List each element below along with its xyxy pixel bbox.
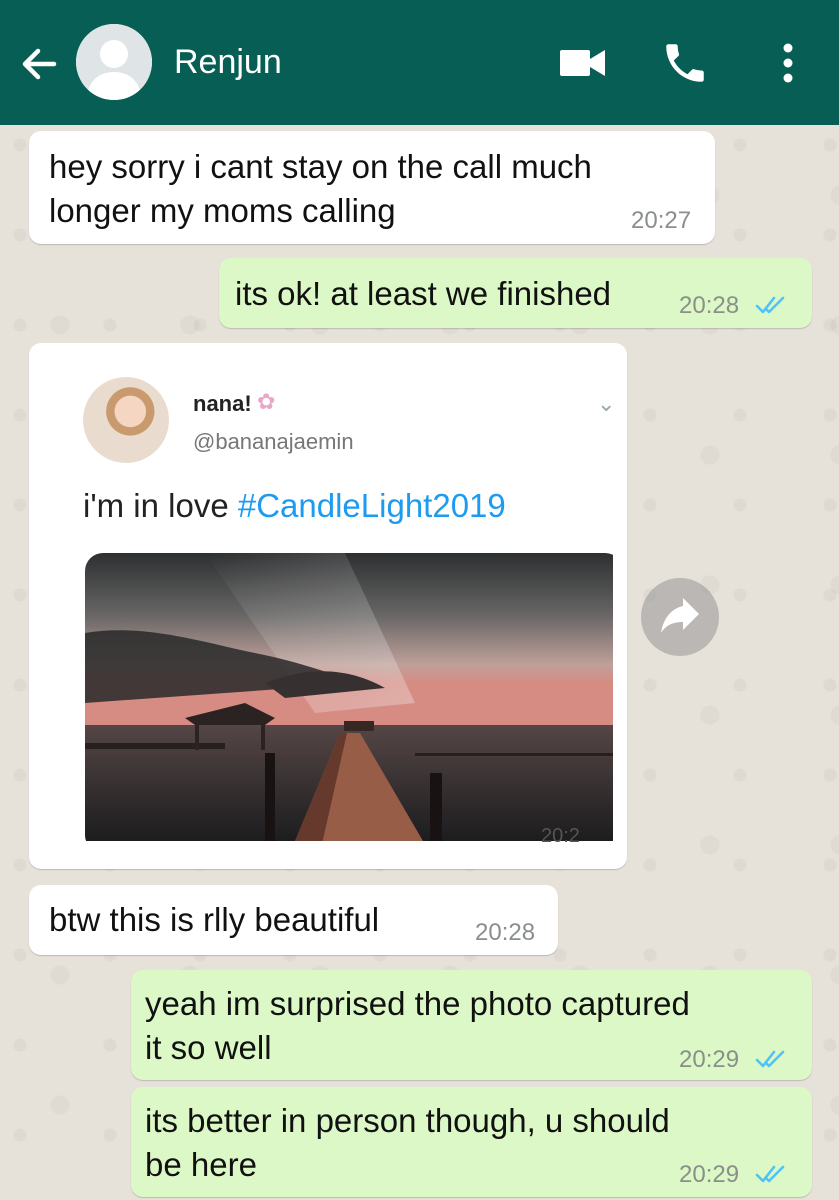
incoming-message[interactable]: btw this is rlly beautiful 20:28 (29, 885, 558, 955)
tweet-avatar (83, 377, 169, 463)
outgoing-message[interactable]: its better in person though, u should be… (131, 1087, 812, 1197)
message-text-line: btw this is rlly beautiful (49, 901, 380, 938)
sunset-pier-photo (85, 553, 613, 841)
tweet-photo (85, 553, 613, 841)
message-text-line: it so well (145, 1029, 272, 1066)
message-text-line: be here (145, 1146, 257, 1183)
message-time: 20:29 (679, 1046, 740, 1073)
message-text-line: yeah im surprised the photo captured (145, 985, 690, 1022)
tweet-screenshot: nana! ✿ @bananajaemin ⌄ i'm in love #Can… (43, 357, 613, 841)
contact-name[interactable]: Renjun (174, 40, 282, 84)
message-text-line: its better in person though, u should (145, 1102, 670, 1139)
tweet-text-plain: i'm in love (83, 487, 238, 524)
voice-call-button[interactable] (660, 38, 710, 88)
chevron-down-icon: ⌄ (597, 391, 613, 416)
image-time-partial: 20:2 (541, 825, 580, 847)
tweet-text: i'm in love #CandleLight2019 (83, 487, 506, 525)
flower-emoji: ✿ (257, 389, 276, 414)
default-avatar-icon (76, 24, 152, 100)
tweet-handle: @bananajaemin (193, 429, 354, 454)
message-text-line: its ok! at least we finished (235, 275, 612, 312)
outgoing-message[interactable]: its ok! at least we finished 20:28 (219, 258, 812, 328)
forward-icon (661, 598, 699, 633)
videocam-icon (560, 50, 605, 76)
outgoing-message[interactable]: yeah im surprised the photo captured it … (131, 970, 812, 1080)
incoming-message[interactable]: hey sorry i cant stay on the call much l… (29, 131, 715, 244)
more-vert-icon (783, 43, 793, 83)
arrow-left-icon (22, 48, 57, 80)
video-call-button[interactable] (558, 40, 608, 86)
message-text-line: hey sorry i cant stay on the call much (49, 148, 592, 185)
tweet-author-name: nana! (193, 391, 252, 416)
forward-button[interactable] (641, 578, 719, 656)
message-time: 20:27 (631, 207, 692, 234)
tweet-hashtag: #CandleLight2019 (237, 487, 506, 524)
chat-header: Renjun (0, 0, 839, 125)
message-time: 20:28 (475, 919, 536, 946)
contact-avatar[interactable] (76, 24, 152, 100)
double-check-icon (755, 1165, 785, 1183)
message-text-line: longer my moms calling (49, 192, 396, 229)
phone-icon (666, 44, 704, 82)
double-check-icon (755, 1050, 785, 1068)
overflow-menu-button[interactable] (768, 38, 808, 88)
incoming-image-message[interactable]: nana! ✿ @bananajaemin ⌄ i'm in love #Can… (29, 343, 627, 869)
message-time: 20:28 (679, 292, 740, 319)
double-check-icon (755, 296, 785, 314)
back-button[interactable] (14, 38, 66, 90)
message-time: 20:29 (679, 1161, 740, 1188)
